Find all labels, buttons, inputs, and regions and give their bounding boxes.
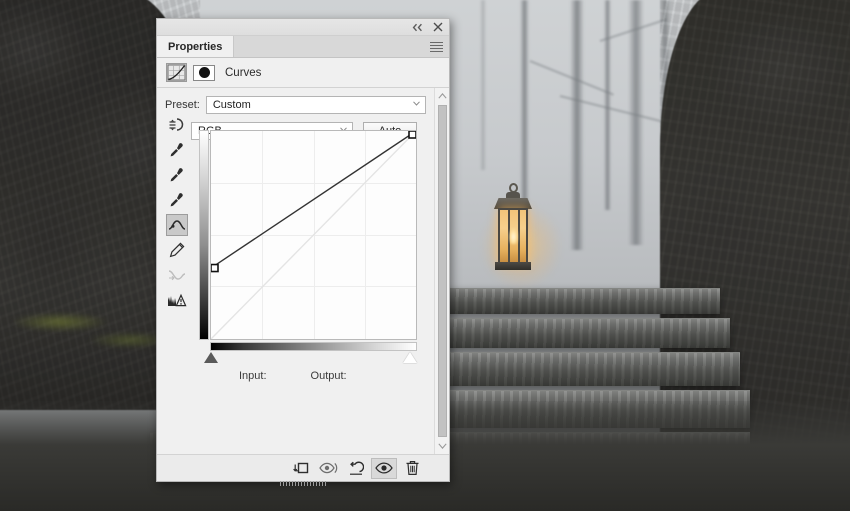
collapse-icon[interactable] xyxy=(412,23,423,32)
chevron-down-icon xyxy=(413,101,420,108)
curve-plot-area[interactable] xyxy=(210,130,417,340)
preset-row: Preset: Custom xyxy=(157,96,434,114)
tree-trunk xyxy=(604,0,611,210)
curve-control-point[interactable] xyxy=(408,131,416,139)
input-label: Input: xyxy=(239,370,267,382)
gray-point-eyedropper[interactable] xyxy=(166,164,188,186)
tree-trunk xyxy=(480,0,486,170)
close-icon[interactable] xyxy=(433,22,443,32)
adjustment-title: Curves xyxy=(225,66,262,79)
tab-properties[interactable]: Properties xyxy=(157,36,235,57)
curve-control-point[interactable] xyxy=(211,263,219,273)
scrollbar-thumb[interactable] xyxy=(437,105,447,437)
panel-titlebar xyxy=(157,19,449,36)
pencil-draw-tool[interactable] xyxy=(166,239,188,261)
panel-tab-strip: Properties xyxy=(157,36,449,58)
panel-footer-toolbar xyxy=(157,454,449,486)
tone-curve-svg[interactable] xyxy=(211,131,416,339)
lantern-flame xyxy=(509,228,518,244)
curves-adjustment-icon xyxy=(166,63,187,82)
curves-graph[interactable]: Input: Output: xyxy=(199,130,417,382)
reset-adjustment-button[interactable] xyxy=(343,458,369,479)
clipping-warning-icon[interactable] xyxy=(166,289,188,311)
preset-label: Preset: xyxy=(165,99,200,111)
white-point-slider[interactable] xyxy=(403,352,417,363)
properties-panel: Properties Curves Preset: Custom Input: … xyxy=(156,18,450,486)
tab-properties-label: Properties xyxy=(168,40,223,53)
curve-point-tool[interactable] xyxy=(166,214,188,236)
input-output-readout: Input: Output: xyxy=(239,370,347,382)
input-gradient-bar xyxy=(210,342,417,351)
white-point-eyedropper[interactable] xyxy=(166,189,188,211)
lantern-mullion xyxy=(518,210,520,262)
output-label: Output: xyxy=(310,370,347,382)
output-gradient-bar xyxy=(199,130,209,340)
view-previous-state-button[interactable] xyxy=(315,458,341,479)
black-point-slider[interactable] xyxy=(204,352,218,363)
clip-to-layer-button[interactable] xyxy=(287,458,313,479)
lantern-base xyxy=(495,262,531,270)
toggle-layer-visibility-button[interactable] xyxy=(371,457,397,479)
panel-resize-grip[interactable] xyxy=(280,481,326,486)
adjustment-header: Curves xyxy=(157,58,449,88)
preset-select[interactable]: Custom xyxy=(205,96,426,114)
on-image-adjust-tool[interactable] xyxy=(166,114,188,136)
hamburger-menu-icon[interactable] xyxy=(430,42,443,52)
black-point-eyedropper[interactable] xyxy=(166,139,188,161)
delete-adjustment-layer-button[interactable] xyxy=(399,458,425,479)
curves-tool-rail xyxy=(165,114,189,311)
scroll-up-arrow[interactable] xyxy=(437,90,447,102)
preset-value: Custom xyxy=(212,99,251,111)
tree-trunk xyxy=(628,0,644,245)
layer-mask-thumbnail[interactable] xyxy=(193,64,215,81)
panel-body: Preset: Custom RGB Auto xyxy=(157,88,449,454)
panel-scrollbar[interactable] xyxy=(434,88,449,454)
smooth-curve-tool[interactable] xyxy=(166,264,188,286)
scroll-down-arrow[interactable] xyxy=(437,440,447,452)
panel-content: Preset: Custom RGB Auto xyxy=(157,88,434,454)
lantern-cap xyxy=(506,192,520,199)
